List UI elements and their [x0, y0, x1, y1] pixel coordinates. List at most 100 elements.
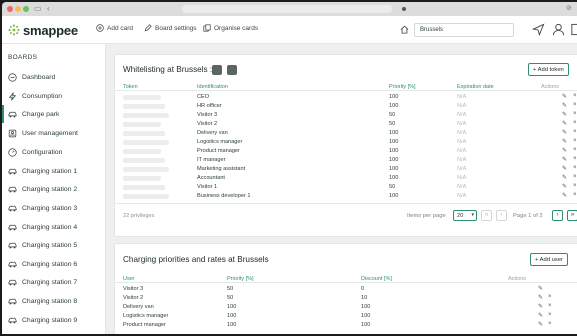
- last-page-button[interactable]: »: [567, 210, 577, 221]
- sidebar-item-charging-station-2[interactable]: Charging station 2: [2, 180, 106, 198]
- sidebar-item-charging-station-4[interactable]: Charging station 4: [2, 218, 106, 236]
- organise-cards-button[interactable]: Organise cards: [203, 24, 258, 32]
- delete-icon[interactable]: ×: [548, 303, 552, 309]
- sidebar-item-charging-station-5[interactable]: Charging station 5: [2, 236, 106, 254]
- car-icon: [8, 205, 17, 211]
- priority-cell: 100: [227, 313, 237, 319]
- priority-cell: 50: [389, 184, 396, 190]
- priority-cell: 100: [227, 304, 237, 310]
- user-cell: Visitor 2: [123, 295, 144, 301]
- edit-icon[interactable]: ✎: [538, 312, 543, 319]
- edit-icon[interactable]: ✎: [538, 303, 543, 310]
- sidebar-item-charging-station-6[interactable]: Charging station 6: [2, 255, 106, 273]
- sidebar-item-label: Charging station 2: [22, 185, 78, 193]
- maximize-window-dot[interactable]: [23, 6, 29, 12]
- sidebar-item-charging-station-8[interactable]: Charging station 8: [2, 292, 106, 310]
- add-card-button[interactable]: Add card: [96, 24, 133, 32]
- car-icon: [8, 242, 17, 248]
- car-icon: [8, 186, 17, 192]
- token-value: [123, 95, 161, 100]
- edit-icon[interactable]: ✎: [562, 138, 567, 145]
- delete-icon[interactable]: ×: [548, 294, 552, 300]
- board-settings-label: Board settings: [155, 24, 197, 32]
- delete-icon[interactable]: ×: [573, 129, 577, 135]
- edit-icon[interactable]: ✎: [538, 321, 543, 328]
- sidebar-item-charge-park[interactable]: Charge park: [2, 105, 106, 123]
- first-page-button[interactable]: «: [481, 210, 492, 221]
- sidebar-toggle-icon[interactable]: ▭: [34, 4, 42, 13]
- edit-icon[interactable]: ✎: [538, 294, 543, 301]
- edit-icon[interactable]: ✎: [562, 183, 567, 190]
- refresh-button[interactable]: [212, 65, 222, 75]
- document-icon[interactable]: [570, 23, 577, 36]
- sidebar-item-consumption[interactable]: Consumption: [2, 87, 106, 105]
- delete-icon[interactable]: ×: [573, 147, 577, 153]
- edit-icon[interactable]: ✎: [562, 102, 567, 109]
- edit-icon[interactable]: ✎: [562, 174, 567, 181]
- edit-icon[interactable]: ✎: [538, 285, 543, 292]
- expiration-cell: N/A: [457, 175, 467, 181]
- expiration-cell: N/A: [457, 112, 467, 118]
- app-window: ▭ ‹ ⊘ smappee Add card Board settings Or…: [0, 0, 577, 336]
- minimize-window-dot[interactable]: [15, 6, 21, 12]
- location-search-input[interactable]: Brussels: [414, 23, 514, 37]
- top-bar: smappee Add card Board settings Organise…: [2, 16, 577, 44]
- delete-icon[interactable]: ×: [573, 174, 577, 180]
- next-page-button[interactable]: ›: [552, 210, 563, 221]
- sidebar-item-charging-station-7[interactable]: Charging station 7: [2, 273, 106, 291]
- user-cell: Logistics manager: [123, 313, 169, 319]
- sidebar-item-charging-station-3[interactable]: Charging station 3: [2, 199, 106, 217]
- edit-icon[interactable]: ✎: [562, 93, 567, 100]
- logo-text: smappee: [23, 22, 78, 38]
- send-icon[interactable]: [532, 23, 545, 36]
- sidebar-item-charging-station-9[interactable]: Charging station 9: [2, 311, 106, 329]
- prev-page-button[interactable]: ‹: [496, 210, 507, 221]
- discount-cell: 0: [361, 286, 365, 292]
- new-tab-icon[interactable]: ⊘: [566, 4, 572, 12]
- header-divider: [115, 282, 577, 283]
- home-icon[interactable]: [400, 25, 409, 34]
- sidebar-item-charging-station-1[interactable]: Charging station 1: [2, 162, 106, 180]
- user-icon[interactable]: [552, 23, 565, 36]
- expiration-cell: N/A: [457, 148, 467, 154]
- edit-icon[interactable]: ✎: [562, 192, 567, 199]
- expiration-cell: N/A: [457, 157, 467, 163]
- address-bar[interactable]: [182, 5, 392, 13]
- items-per-page-select[interactable]: 20 ▾: [453, 210, 477, 221]
- edit-icon[interactable]: ✎: [562, 156, 567, 163]
- edit-icon[interactable]: ✎: [562, 111, 567, 118]
- delete-icon[interactable]: ×: [573, 111, 577, 117]
- token-value: [123, 140, 169, 145]
- logo[interactable]: smappee: [8, 22, 78, 38]
- delete-icon[interactable]: ×: [573, 102, 577, 108]
- page-indicator: Page 1 of 2: [513, 213, 543, 219]
- delete-icon[interactable]: ×: [548, 312, 552, 318]
- sidebar-item-dashboard[interactable]: Dashboard: [2, 68, 106, 86]
- back-arrow-icon[interactable]: ‹: [47, 4, 50, 13]
- close-window-dot[interactable]: [7, 6, 13, 12]
- edit-icon[interactable]: ✎: [562, 120, 567, 127]
- expiration-cell: N/A: [457, 103, 467, 109]
- edit-icon[interactable]: ✎: [562, 129, 567, 136]
- delete-icon[interactable]: ×: [573, 120, 577, 126]
- delete-icon[interactable]: ×: [573, 156, 577, 162]
- delete-icon[interactable]: ×: [548, 321, 552, 327]
- sidebar-item-label: Charging station 8: [22, 297, 78, 305]
- delete-icon[interactable]: ×: [573, 183, 577, 189]
- sidebar-item-label: User management: [22, 129, 78, 137]
- identification-cell: Business developer 1: [197, 193, 251, 199]
- board-settings-button[interactable]: Board settings: [144, 24, 197, 32]
- edit-icon[interactable]: ✎: [562, 147, 567, 154]
- add-token-button[interactable]: + Add token: [528, 63, 569, 76]
- export-button[interactable]: [227, 65, 237, 75]
- delete-icon[interactable]: ×: [573, 93, 577, 99]
- add-user-button[interactable]: + Add user: [530, 253, 568, 266]
- edit-icon[interactable]: ✎: [562, 165, 567, 172]
- delete-icon[interactable]: ×: [573, 165, 577, 171]
- sidebar-item-configuration[interactable]: Configuration: [2, 143, 106, 161]
- sidebar-item-user-management[interactable]: User management: [2, 124, 106, 142]
- identification-cell: Marketing assistant: [197, 166, 246, 172]
- delete-icon[interactable]: ×: [573, 138, 577, 144]
- delete-icon[interactable]: ×: [573, 192, 577, 198]
- pencil-icon: [144, 24, 152, 32]
